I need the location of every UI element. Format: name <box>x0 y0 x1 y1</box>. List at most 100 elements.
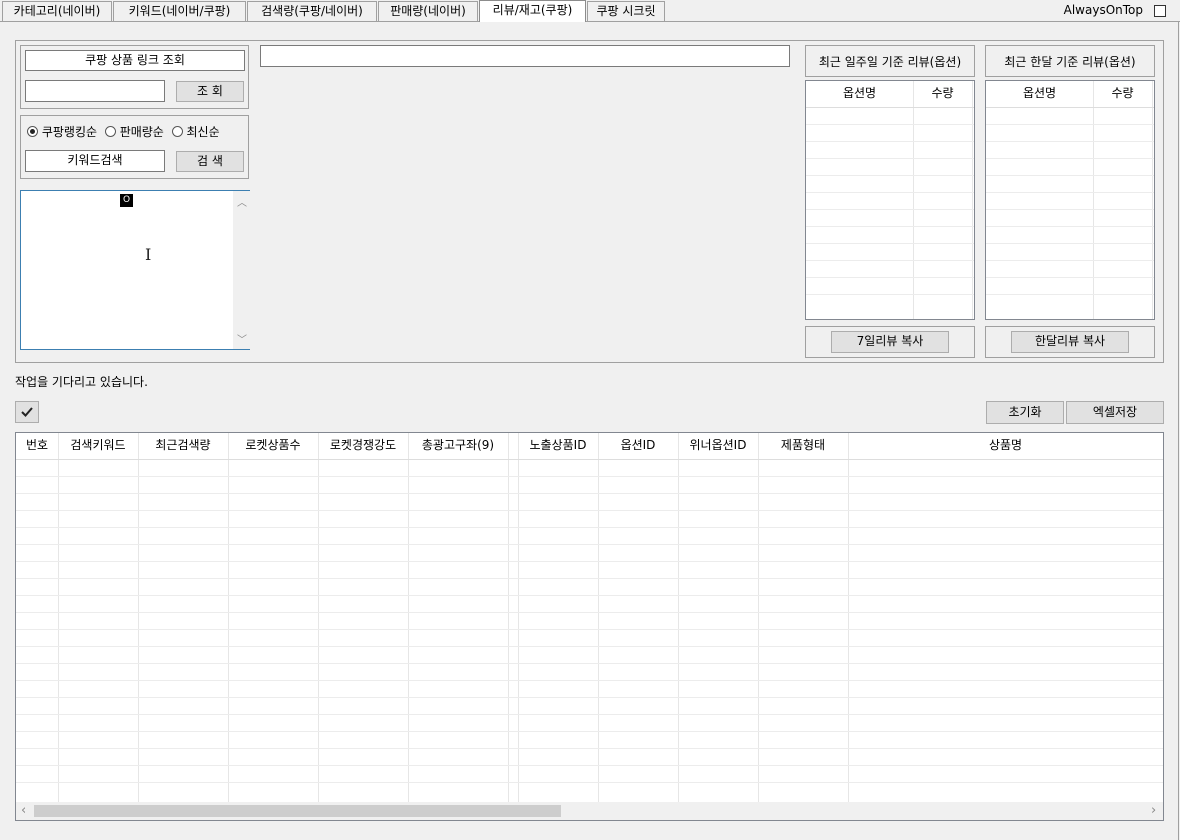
keyword-search-label: 키워드검색 <box>25 150 165 172</box>
weekly-col-divider <box>913 81 914 319</box>
results-row-line <box>16 629 1163 630</box>
scrollbar-thumb[interactable] <box>34 805 561 817</box>
tab-sales-naver[interactable]: 판매량(네이버) <box>378 1 478 21</box>
weekly-row-line <box>806 175 974 176</box>
weekly-row-line <box>806 277 974 278</box>
url-input[interactable] <box>260 45 790 67</box>
always-on-top-checkbox[interactable] <box>1154 5 1166 17</box>
radio-sales[interactable] <box>104 126 116 137</box>
results-header-line <box>16 459 1163 460</box>
select-all-button[interactable] <box>15 401 39 423</box>
sort-option-ranking[interactable]: 쿠팡랭킹순 <box>27 125 97 139</box>
results-row-line <box>16 476 1163 477</box>
col-product-type[interactable]: 제품형태 <box>758 433 848 459</box>
col-blank[interactable] <box>508 433 518 459</box>
monthly-row-line <box>986 294 1154 295</box>
monthly-row-line <box>986 192 1154 193</box>
tab-coupang-secret[interactable]: 쿠팡 시크릿 <box>587 1 665 21</box>
monthly-row-line <box>986 158 1154 159</box>
weekly-col-divider <box>972 81 973 319</box>
weekly-review-table[interactable]: 옵션명 수량 <box>805 80 975 320</box>
col-recent-search-volume[interactable]: 최근검색량 <box>138 433 228 459</box>
results-row-line <box>16 510 1163 511</box>
product-link-input[interactable] <box>25 80 165 102</box>
col-search-keyword[interactable]: 검색키워드 <box>58 433 138 459</box>
results-row-line <box>16 782 1163 783</box>
monthly-row-line <box>986 124 1154 125</box>
col-option-id[interactable]: 옵션ID <box>598 433 678 459</box>
results-row-line <box>16 714 1163 715</box>
results-row-line <box>16 765 1163 766</box>
results-row-line <box>16 612 1163 613</box>
monthly-header-line <box>986 107 1154 108</box>
results-horizontal-scrollbar[interactable]: ‹ › <box>16 802 1163 820</box>
cursor-marker: O <box>120 194 133 207</box>
results-row-line <box>16 748 1163 749</box>
monthly-row-line <box>986 175 1154 176</box>
weekly-header-line <box>806 107 974 108</box>
always-on-top-label: AlwaysOnTop <box>1063 3 1143 17</box>
monthly-col-qty[interactable]: 수량 <box>1093 81 1152 107</box>
weekly-review-title: 최근 일주일 기준 리뷰(옵션) <box>818 55 962 69</box>
checkmark-icon <box>21 407 33 417</box>
monthly-row-line <box>986 277 1154 278</box>
col-rocket-product-count[interactable]: 로켓상품수 <box>228 433 318 459</box>
results-row-line <box>16 731 1163 732</box>
weekly-row-line <box>806 294 974 295</box>
search-button[interactable]: 검 색 <box>176 151 244 172</box>
weekly-col-qty[interactable]: 수량 <box>913 81 972 107</box>
weekly-col-option[interactable]: 옵션명 <box>806 81 913 107</box>
keyword-text-area[interactable]: O I ︿ ﹀ <box>20 190 250 350</box>
results-row-line <box>16 680 1163 681</box>
tab-keyword-naver-coupang[interactable]: 키워드(네이버/쿠팡) <box>113 1 246 21</box>
reset-button[interactable]: 초기화 <box>986 401 1064 424</box>
tab-search-volume[interactable]: 검색량(쿠팡/네이버) <box>247 1 377 21</box>
window-edge <box>1178 21 1179 840</box>
radio-ranking[interactable] <box>27 126 38 137</box>
text-area-scrollbar[interactable]: ︿ ﹀ <box>233 191 250 349</box>
results-row-line <box>16 493 1163 494</box>
col-total-ad-slots[interactable]: 총광고구좌(9) <box>408 433 508 459</box>
tab-category-naver[interactable]: 카테고리(네이버) <box>2 1 112 21</box>
monthly-col-divider <box>1152 81 1153 319</box>
weekly-row-line <box>806 192 974 193</box>
text-cursor-icon: I <box>145 245 152 264</box>
weekly-row-line <box>806 158 974 159</box>
lookup-button[interactable]: 조 회 <box>176 81 244 102</box>
copy-weekly-review-button[interactable]: 7일리뷰 복사 <box>831 331 949 353</box>
results-row-line <box>16 595 1163 596</box>
scroll-left-icon[interactable]: ‹ <box>21 803 26 818</box>
scroll-down-icon[interactable]: ﹀ <box>237 331 247 346</box>
results-row-line <box>16 561 1163 562</box>
radio-latest[interactable] <box>171 126 183 137</box>
results-row-line <box>16 527 1163 528</box>
col-product-name[interactable]: 상품명 <box>848 433 1163 459</box>
sort-option-latest[interactable]: 최신순 <box>171 125 220 139</box>
col-winner-option-id[interactable]: 위너옵션ID <box>678 433 758 459</box>
weekly-row-line <box>806 209 974 210</box>
tab-review-stock-coupang[interactable]: 리뷰/재고(쿠팡) <box>479 0 586 22</box>
monthly-review-title: 최근 한달 기준 리뷰(옵션) <box>1004 55 1136 69</box>
weekly-row-line <box>806 260 974 261</box>
excel-save-button[interactable]: 엑셀저장 <box>1066 401 1164 424</box>
monthly-review-table[interactable]: 옵션명 수량 <box>985 80 1155 320</box>
col-exposed-product-id[interactable]: 노출상품ID <box>518 433 598 459</box>
scroll-up-icon[interactable]: ︿ <box>237 194 247 209</box>
copy-monthly-review-button[interactable]: 한달리뷰 복사 <box>1011 331 1129 353</box>
col-number[interactable]: 번호 <box>16 433 58 459</box>
results-table[interactable]: 번호 검색키워드 최근검색량 로켓상품수 로켓경쟁강도 총광고구좌(9) 노출상… <box>15 432 1164 821</box>
results-row-line <box>16 663 1163 664</box>
monthly-col-option[interactable]: 옵션명 <box>986 81 1093 107</box>
results-row-line <box>16 578 1163 579</box>
monthly-row-line <box>986 260 1154 261</box>
results-row-line <box>16 646 1163 647</box>
weekly-row-line <box>806 141 974 142</box>
results-row-line <box>16 697 1163 698</box>
col-rocket-competition[interactable]: 로켓경쟁강도 <box>318 433 408 459</box>
tab-divider <box>0 21 1180 22</box>
scroll-right-icon[interactable]: › <box>1151 803 1156 818</box>
lookup-title: 쿠팡 상품 링크 조회 <box>25 50 245 71</box>
results-row-line <box>16 544 1163 545</box>
tab-bar: 카테고리(네이버) 키워드(네이버/쿠팡) 검색량(쿠팡/네이버) 판매량(네이… <box>0 0 1180 22</box>
sort-option-sales[interactable]: 판매량순 <box>104 125 164 139</box>
